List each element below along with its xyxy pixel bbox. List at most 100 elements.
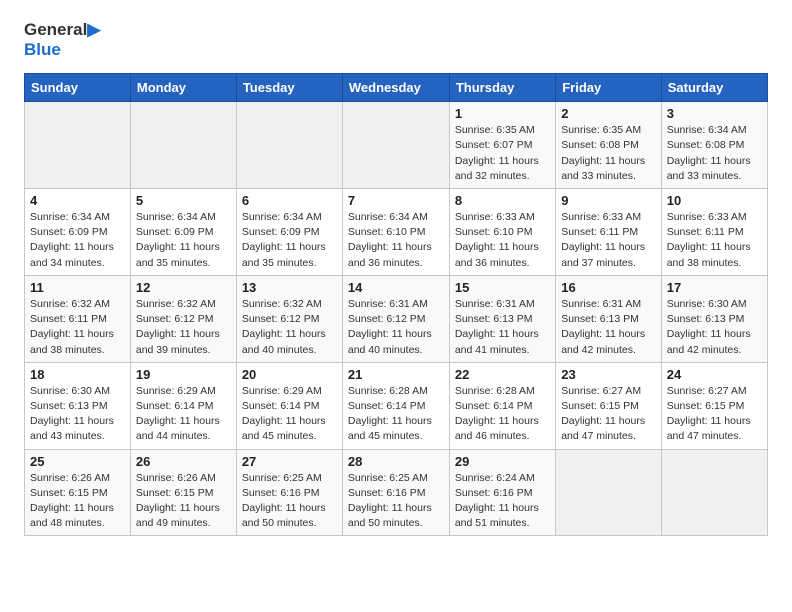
day-number: 25 <box>30 454 125 469</box>
day-number: 10 <box>667 193 762 208</box>
day-number: 13 <box>242 280 337 295</box>
day-number: 26 <box>136 454 231 469</box>
calendar-header-row: SundayMondayTuesdayWednesdayThursdayFrid… <box>25 74 768 102</box>
day-number: 23 <box>561 367 656 382</box>
calendar-cell: 6 Sunrise: 6:34 AMSunset: 6:09 PMDaylight… <box>236 188 342 275</box>
day-info: Sunrise: 6:34 AMSunset: 6:08 PMDaylight:… <box>667 123 762 184</box>
day-number: 21 <box>348 367 444 382</box>
calendar-cell: 21 Sunrise: 6:28 AMSunset: 6:14 PMDayligh… <box>342 362 449 449</box>
day-number: 18 <box>30 367 125 382</box>
calendar-cell: 3 Sunrise: 6:34 AMSunset: 6:08 PMDaylight… <box>661 102 767 189</box>
day-info: Sunrise: 6:26 AMSunset: 6:15 PMDaylight:… <box>30 471 125 532</box>
weekday-header: Thursday <box>449 74 555 102</box>
day-info: Sunrise: 6:34 AMSunset: 6:10 PMDaylight:… <box>348 210 444 271</box>
day-info: Sunrise: 6:35 AMSunset: 6:07 PMDaylight:… <box>455 123 550 184</box>
calendar-cell <box>556 449 662 536</box>
weekday-header: Sunday <box>25 74 131 102</box>
calendar-cell: 11 Sunrise: 6:32 AMSunset: 6:11 PMDayligh… <box>25 275 131 362</box>
calendar-cell: 10 Sunrise: 6:33 AMSunset: 6:11 PMDayligh… <box>661 188 767 275</box>
calendar-cell: 29Sunrise: 6:24 AMSunset: 6:16 PMDayligh… <box>449 449 555 536</box>
calendar-cell: 8 Sunrise: 6:33 AMSunset: 6:10 PMDaylight… <box>449 188 555 275</box>
day-info: Sunrise: 6:35 AMSunset: 6:08 PMDaylight:… <box>561 123 656 184</box>
day-number: 14 <box>348 280 444 295</box>
day-info: Sunrise: 6:30 AMSunset: 6:13 PMDaylight:… <box>667 297 762 358</box>
calendar-table: SundayMondayTuesdayWednesdayThursdayFrid… <box>24 73 768 536</box>
day-number: 20 <box>242 367 337 382</box>
calendar-cell: 23 Sunrise: 6:27 AMSunset: 6:15 PMDayligh… <box>556 362 662 449</box>
calendar-cell: 16 Sunrise: 6:31 AMSunset: 6:13 PMDayligh… <box>556 275 662 362</box>
day-info: Sunrise: 6:31 AMSunset: 6:12 PMDaylight:… <box>348 297 444 358</box>
day-number: 17 <box>667 280 762 295</box>
page-header: General▶ Blue <box>24 20 768 59</box>
day-info: Sunrise: 6:27 AMSunset: 6:15 PMDaylight:… <box>561 384 656 445</box>
calendar-week-row: 11 Sunrise: 6:32 AMSunset: 6:11 PMDayligh… <box>25 275 768 362</box>
day-number: 4 <box>30 193 125 208</box>
weekday-header: Wednesday <box>342 74 449 102</box>
calendar-week-row: 18Sunrise: 6:30 AMSunset: 6:13 PMDayligh… <box>25 362 768 449</box>
day-info: Sunrise: 6:28 AMSunset: 6:14 PMDaylight:… <box>348 384 444 445</box>
logo-text-line2: Blue <box>24 40 100 60</box>
calendar-cell <box>661 449 767 536</box>
calendar-week-row: 25 Sunrise: 6:26 AMSunset: 6:15 PMDayligh… <box>25 449 768 536</box>
day-info: Sunrise: 6:31 AMSunset: 6:13 PMDaylight:… <box>561 297 656 358</box>
calendar-cell: 18Sunrise: 6:30 AMSunset: 6:13 PMDayligh… <box>25 362 131 449</box>
calendar-cell: 5 Sunrise: 6:34 AMSunset: 6:09 PMDaylight… <box>130 188 236 275</box>
day-number: 9 <box>561 193 656 208</box>
weekday-header: Monday <box>130 74 236 102</box>
day-number: 29 <box>455 454 550 469</box>
calendar-week-row: 1 Sunrise: 6:35 AMSunset: 6:07 PMDaylight… <box>25 102 768 189</box>
calendar-cell: 9 Sunrise: 6:33 AMSunset: 6:11 PMDaylight… <box>556 188 662 275</box>
calendar-cell: 19 Sunrise: 6:29 AMSunset: 6:14 PMDayligh… <box>130 362 236 449</box>
day-number: 15 <box>455 280 550 295</box>
calendar-cell: 15 Sunrise: 6:31 AMSunset: 6:13 PMDayligh… <box>449 275 555 362</box>
day-number: 28 <box>348 454 444 469</box>
day-number: 11 <box>30 280 125 295</box>
day-number: 27 <box>242 454 337 469</box>
day-number: 19 <box>136 367 231 382</box>
calendar-cell <box>25 102 131 189</box>
calendar-cell: 7Sunrise: 6:34 AMSunset: 6:10 PMDaylight… <box>342 188 449 275</box>
calendar-cell <box>130 102 236 189</box>
day-info: Sunrise: 6:34 AMSunset: 6:09 PMDaylight:… <box>136 210 231 271</box>
day-number: 24 <box>667 367 762 382</box>
day-info: Sunrise: 6:34 AMSunset: 6:09 PMDaylight:… <box>242 210 337 271</box>
day-info: Sunrise: 6:31 AMSunset: 6:13 PMDaylight:… <box>455 297 550 358</box>
day-number: 3 <box>667 106 762 121</box>
day-number: 6 <box>242 193 337 208</box>
calendar-cell <box>342 102 449 189</box>
day-info: Sunrise: 6:32 AMSunset: 6:12 PMDaylight:… <box>242 297 337 358</box>
day-info: Sunrise: 6:32 AMSunset: 6:12 PMDaylight:… <box>136 297 231 358</box>
day-info: Sunrise: 6:28 AMSunset: 6:14 PMDaylight:… <box>455 384 550 445</box>
day-info: Sunrise: 6:25 AMSunset: 6:16 PMDaylight:… <box>242 471 337 532</box>
day-info: Sunrise: 6:27 AMSunset: 6:15 PMDaylight:… <box>667 384 762 445</box>
day-info: Sunrise: 6:33 AMSunset: 6:11 PMDaylight:… <box>667 210 762 271</box>
day-number: 12 <box>136 280 231 295</box>
calendar-cell: 20 Sunrise: 6:29 AMSunset: 6:14 PMDayligh… <box>236 362 342 449</box>
logo: General▶ Blue <box>24 20 100 59</box>
day-info: Sunrise: 6:26 AMSunset: 6:15 PMDaylight:… <box>136 471 231 532</box>
day-info: Sunrise: 6:33 AMSunset: 6:10 PMDaylight:… <box>455 210 550 271</box>
day-info: Sunrise: 6:29 AMSunset: 6:14 PMDaylight:… <box>242 384 337 445</box>
day-number: 5 <box>136 193 231 208</box>
calendar-cell: 27 Sunrise: 6:25 AMSunset: 6:16 PMDayligh… <box>236 449 342 536</box>
weekday-header: Tuesday <box>236 74 342 102</box>
calendar-cell: 24 Sunrise: 6:27 AMSunset: 6:15 PMDayligh… <box>661 362 767 449</box>
calendar-cell: 14 Sunrise: 6:31 AMSunset: 6:12 PMDayligh… <box>342 275 449 362</box>
calendar-week-row: 4 Sunrise: 6:34 AMSunset: 6:09 PMDaylight… <box>25 188 768 275</box>
calendar-cell: 28 Sunrise: 6:25 AMSunset: 6:16 PMDayligh… <box>342 449 449 536</box>
day-number: 16 <box>561 280 656 295</box>
day-info: Sunrise: 6:32 AMSunset: 6:11 PMDaylight:… <box>30 297 125 358</box>
calendar-cell: 25 Sunrise: 6:26 AMSunset: 6:15 PMDayligh… <box>25 449 131 536</box>
calendar-cell: 13 Sunrise: 6:32 AMSunset: 6:12 PMDayligh… <box>236 275 342 362</box>
day-info: Sunrise: 6:25 AMSunset: 6:16 PMDaylight:… <box>348 471 444 532</box>
day-number: 8 <box>455 193 550 208</box>
calendar-cell: 1 Sunrise: 6:35 AMSunset: 6:07 PMDaylight… <box>449 102 555 189</box>
calendar-cell: 26 Sunrise: 6:26 AMSunset: 6:15 PMDayligh… <box>130 449 236 536</box>
calendar-cell: 4Sunrise: 6:34 AMSunset: 6:09 PMDaylight… <box>25 188 131 275</box>
day-info: Sunrise: 6:33 AMSunset: 6:11 PMDaylight:… <box>561 210 656 271</box>
calendar-cell: 22Sunrise: 6:28 AMSunset: 6:14 PMDayligh… <box>449 362 555 449</box>
day-number: 1 <box>455 106 550 121</box>
calendar-cell: 2Sunrise: 6:35 AMSunset: 6:08 PMDaylight… <box>556 102 662 189</box>
calendar-cell: 12 Sunrise: 6:32 AMSunset: 6:12 PMDayligh… <box>130 275 236 362</box>
day-info: Sunrise: 6:29 AMSunset: 6:14 PMDaylight:… <box>136 384 231 445</box>
